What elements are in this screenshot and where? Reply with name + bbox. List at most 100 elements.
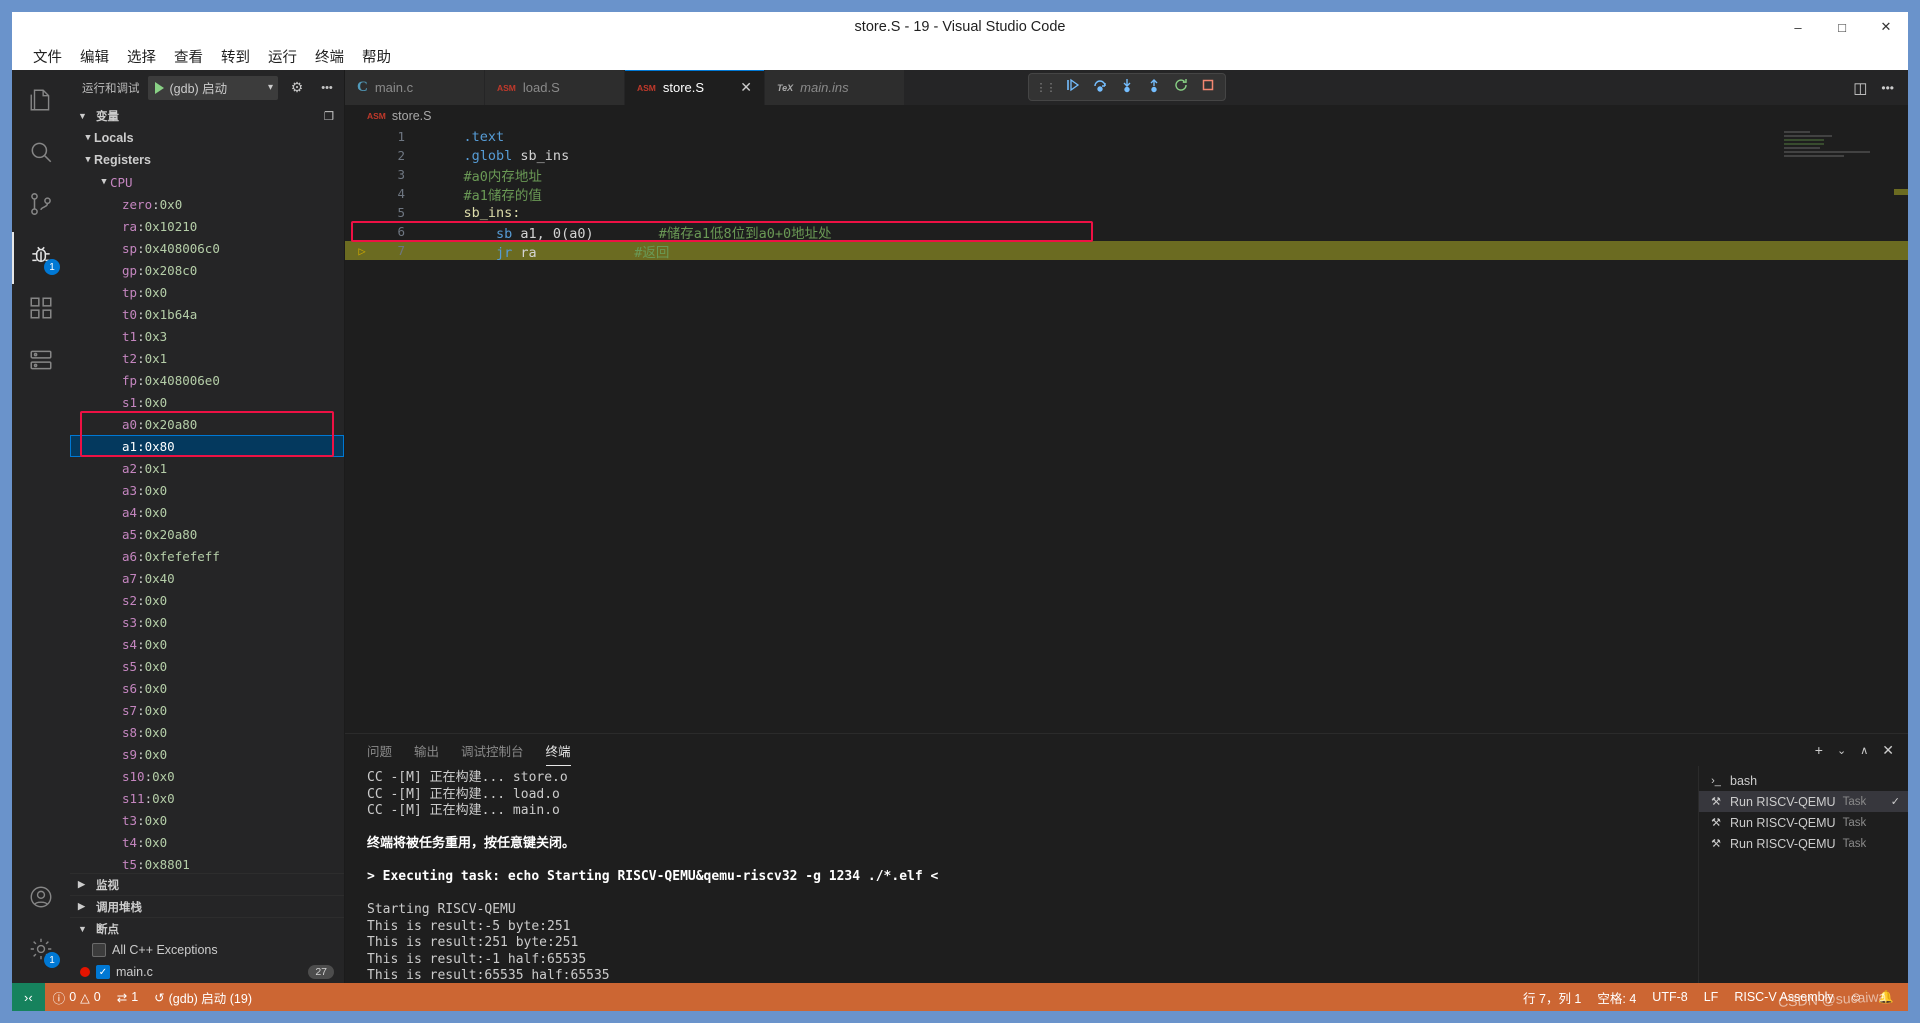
ports-status[interactable]: ⇄ 1 [109, 983, 146, 1011]
remote-indicator[interactable]: ›‹ [12, 983, 45, 1011]
code-line-7[interactable]: ▷7 jr ra #返回 [345, 241, 1908, 260]
tab-store-s[interactable]: ASM store.S ✕ [625, 70, 765, 105]
activitybar-run-and-debug[interactable]: 1 [12, 232, 70, 284]
register-row-s1[interactable]: s1: 0x0 [70, 391, 344, 413]
activitybar-extensions[interactable] [12, 284, 70, 336]
tab-terminal[interactable]: 终端 [546, 734, 571, 766]
menu-file[interactable]: 文件 [24, 44, 71, 69]
breakpoint-row[interactable]: ✓ main.c 27 [70, 961, 344, 983]
terminal-list-item[interactable]: ⚒Run RISCV-QEMUTask [1699, 812, 1908, 833]
split-terminal-icon[interactable]: ⌄ [1837, 744, 1846, 757]
drag-handle-icon[interactable]: ⋮⋮ [1033, 81, 1059, 94]
register-row-a0[interactable]: a0: 0x20a80 [70, 413, 344, 435]
register-row-s9[interactable]: s9: 0x0 [70, 743, 344, 765]
register-row-ra[interactable]: ra: 0x10210 [70, 215, 344, 237]
split-editor-icon[interactable]: ◫ [1853, 79, 1867, 97]
terminal-list-item[interactable]: ›_bash [1699, 770, 1908, 791]
section-watch[interactable]: ▶ 监视 [70, 873, 344, 895]
activitybar-accounts[interactable] [12, 873, 70, 925]
editor-more-icon[interactable]: ••• [1881, 81, 1894, 95]
register-row-t2[interactable]: t2: 0x1 [70, 347, 344, 369]
variables-tree[interactable]: ▼ Locals ▼ Registers ▼ CPU zero: 0x0ra: … [70, 127, 344, 873]
close-button[interactable]: ✕ [1864, 12, 1908, 42]
tab-main-c[interactable]: C main.c [345, 70, 485, 105]
encoding[interactable]: UTF-8 [1644, 990, 1695, 1004]
register-row-fp[interactable]: fp: 0x408006e0 [70, 369, 344, 391]
close-icon[interactable]: ✕ [730, 79, 752, 96]
terminal-list-item[interactable]: ⚒Run RISCV-QEMUTask [1699, 833, 1908, 854]
breakpoint-row[interactable]: ✓ All C++ Exceptions [70, 939, 344, 961]
maximize-button[interactable]: □ [1820, 12, 1864, 42]
register-row-s8[interactable]: s8: 0x0 [70, 721, 344, 743]
register-row-s3[interactable]: s3: 0x0 [70, 611, 344, 633]
step-over-button[interactable] [1088, 76, 1113, 98]
register-row-t1[interactable]: t1: 0x3 [70, 325, 344, 347]
gear-icon[interactable]: ⚙ [286, 79, 308, 96]
register-row-t4[interactable]: t4: 0x0 [70, 831, 344, 853]
tree-group-registers[interactable]: ▼ Registers [70, 149, 344, 171]
menu-edit[interactable]: 编辑 [71, 44, 118, 69]
register-row-t0[interactable]: t0: 0x1b64a [70, 303, 344, 325]
register-row-a4[interactable]: a4: 0x0 [70, 501, 344, 523]
register-row-zero[interactable]: zero: 0x0 [70, 193, 344, 215]
code-line-3[interactable]: 3 #a0内存地址 [345, 165, 1908, 184]
section-breakpoints[interactable]: ▼ 断点 [70, 917, 344, 939]
activitybar-search[interactable] [12, 128, 70, 180]
register-row-s4[interactable]: s4: 0x0 [70, 633, 344, 655]
variables-action-icon[interactable]: ❐ [324, 109, 334, 123]
register-row-s10[interactable]: s10: 0x0 [70, 765, 344, 787]
step-into-button[interactable] [1115, 76, 1140, 98]
minimize-button[interactable]: – [1776, 12, 1820, 42]
activitybar-explorer[interactable] [12, 76, 70, 128]
code-line-1[interactable]: 1 .text [345, 127, 1908, 146]
code-line-5[interactable]: 5 sb_ins: [345, 203, 1908, 222]
breadcrumb[interactable]: ASM store.S [345, 105, 1908, 127]
register-row-sp[interactable]: sp: 0x408006c0 [70, 237, 344, 259]
register-row-s2[interactable]: s2: 0x0 [70, 589, 344, 611]
new-terminal-icon[interactable]: + [1815, 742, 1823, 758]
step-out-button[interactable] [1142, 76, 1167, 98]
register-row-a5[interactable]: a5: 0x20a80 [70, 523, 344, 545]
tab-load-s[interactable]: ASM load.S [485, 70, 625, 105]
menu-terminal[interactable]: 终端 [306, 44, 353, 69]
code-line-4[interactable]: 4 #a1储存的值 [345, 184, 1908, 203]
tab-debug-console[interactable]: 调试控制台 [461, 734, 524, 766]
feedback-icon[interactable]: ☺ [1842, 990, 1871, 1004]
terminal-list-item[interactable]: ⚒Run RISCV-QEMUTask✓ [1699, 791, 1908, 812]
code-line-2[interactable]: 2 .globl sb_ins [345, 146, 1908, 165]
register-row-a1[interactable]: a1: 0x80 [70, 435, 344, 457]
tab-main-ins[interactable]: TeX main.ins [765, 70, 905, 105]
continue-button[interactable] [1061, 76, 1086, 98]
activitybar-remote-explorer[interactable] [12, 336, 70, 388]
activitybar-manage[interactable]: 1 [12, 925, 70, 977]
register-row-a3[interactable]: a3: 0x0 [70, 479, 344, 501]
breakpoint-glyph[interactable]: ▷ [345, 244, 379, 258]
maximize-panel-icon[interactable]: ∧ [1860, 744, 1868, 757]
register-row-s6[interactable]: s6: 0x0 [70, 677, 344, 699]
launch-config-dropdown[interactable]: (gdb) 启动 ▾ [148, 76, 279, 100]
checkbox-icon[interactable]: ✓ [92, 943, 106, 957]
register-row-tp[interactable]: tp: 0x0 [70, 281, 344, 303]
bell-dot-icon[interactable]: 🔔 [1870, 990, 1908, 1005]
menu-selection[interactable]: 选择 [118, 44, 165, 69]
terminal-output[interactable]: CC -[M] 正在构建... store.oCC -[M] 正在构建... l… [345, 766, 1698, 983]
code-editor[interactable]: 1 .text2 .globl sb_ins3 #a0内存地址4 #a1储存的值… [345, 127, 1908, 733]
indentation[interactable]: 空格: 4 [1589, 988, 1644, 1007]
register-row-a7[interactable]: a7: 0x40 [70, 567, 344, 589]
activitybar-source-control[interactable] [12, 180, 70, 232]
problems-status[interactable]: ⓘ 0 △ 0 [45, 983, 109, 1011]
start-debug-icon[interactable] [155, 82, 164, 94]
register-row-s11[interactable]: s11: 0x0 [70, 787, 344, 809]
debug-session-status[interactable]: ↺ (gdb) 启动 (19) [146, 983, 260, 1011]
restart-button[interactable] [1169, 76, 1194, 98]
line-endings[interactable]: LF [1696, 990, 1727, 1004]
tab-problems[interactable]: 问题 [367, 734, 392, 766]
register-row-s5[interactable]: s5: 0x0 [70, 655, 344, 677]
code-line-6[interactable]: 6 sb a1, 0(a0) #储存a1低8位到a0+0地址处 [345, 222, 1908, 241]
minimap[interactable] [1784, 131, 1894, 171]
section-callstack[interactable]: ▶ 调用堆栈 [70, 895, 344, 917]
register-row-t3[interactable]: t3: 0x0 [70, 809, 344, 831]
menu-help[interactable]: 帮助 [353, 44, 400, 69]
menu-go[interactable]: 转到 [212, 44, 259, 69]
tab-output[interactable]: 输出 [414, 734, 439, 766]
